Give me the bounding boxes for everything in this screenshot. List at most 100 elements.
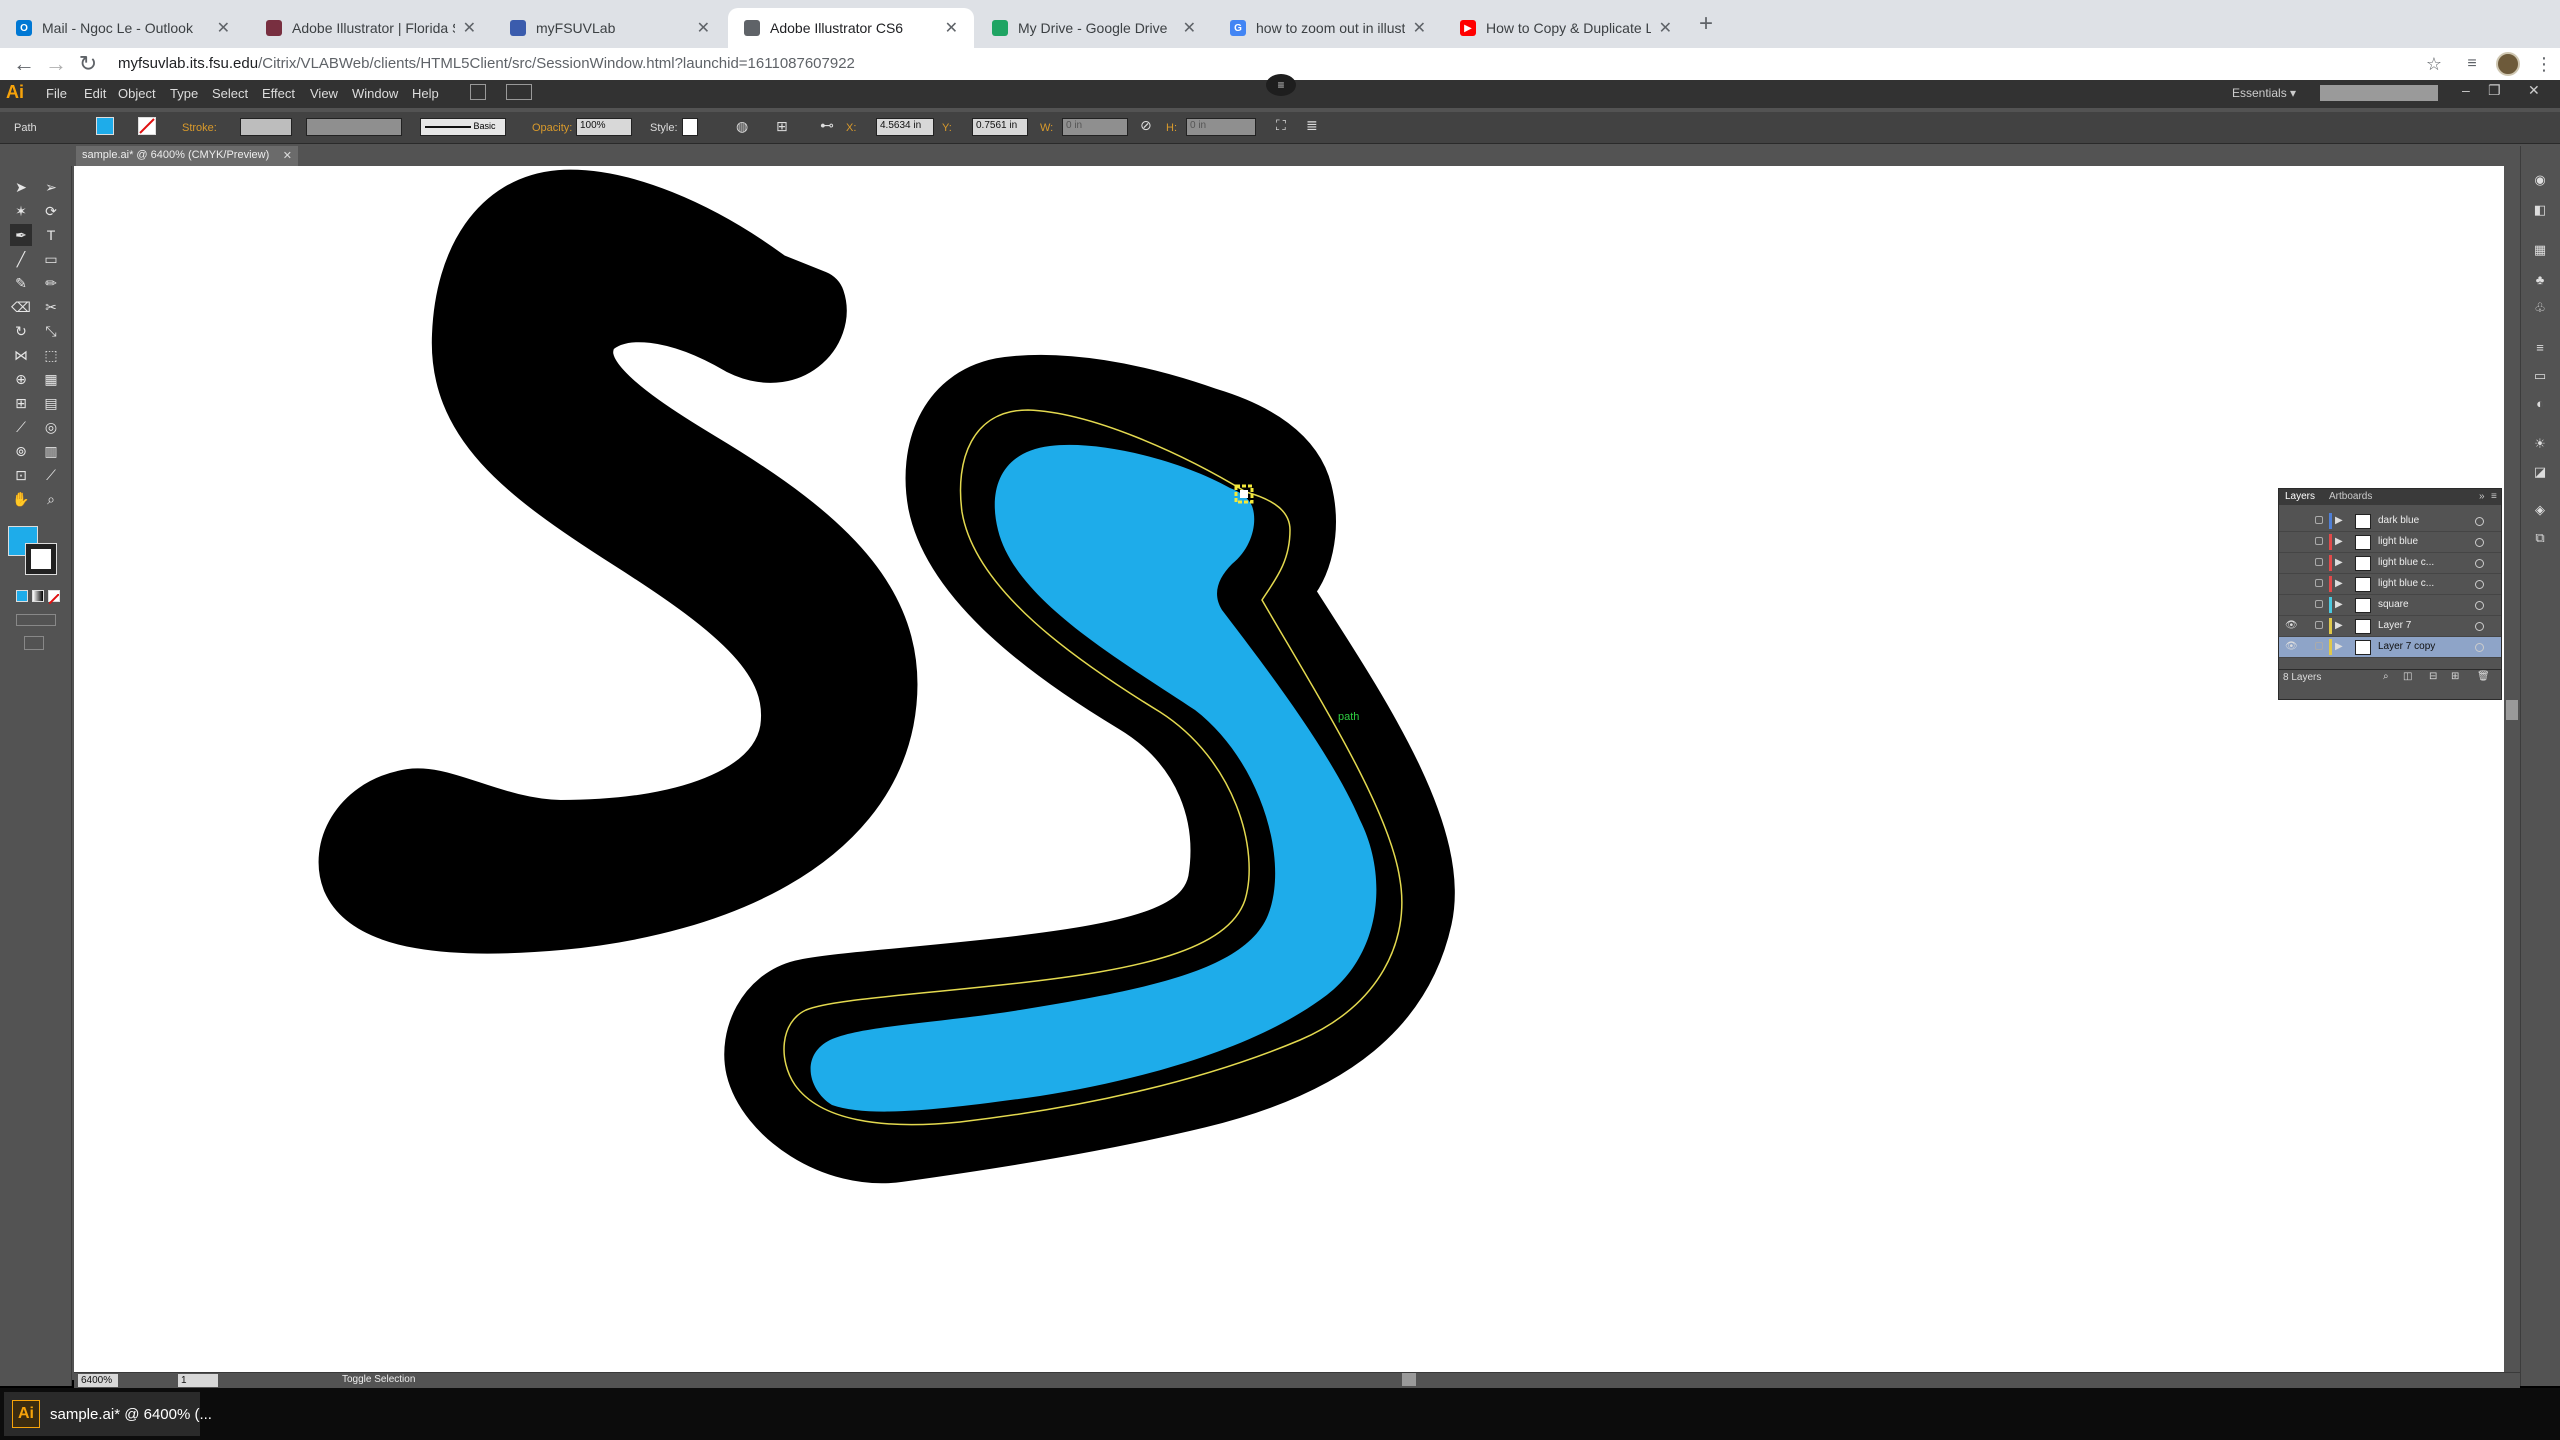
reload-button[interactable]: ↻ — [72, 48, 104, 80]
layer-name[interactable]: light blue c... — [2378, 557, 2434, 568]
browser-tab[interactable]: My Drive - Google Drive ✕ — [976, 8, 1212, 48]
new-layer-icon[interactable]: ⊞ — [2451, 671, 2459, 682]
recolor-artwork-icon[interactable]: ◍ — [736, 118, 748, 135]
new-sublayer-icon[interactable]: ⊟ — [2429, 671, 2437, 682]
clipping-mask-icon[interactable]: ◫ — [2403, 671, 2412, 682]
close-tab-icon[interactable]: ✕ — [1183, 18, 1196, 38]
layer-name[interactable]: light blue — [2378, 536, 2418, 547]
close-tab-icon[interactable]: ✕ — [1413, 18, 1426, 38]
screen-mode-icon[interactable] — [24, 636, 44, 650]
lasso-tool-icon[interactable]: ⟳ — [40, 200, 62, 222]
anchor-point-center[interactable] — [1240, 490, 1248, 498]
layer-name[interactable]: light blue c... — [2378, 578, 2434, 589]
column-graph-tool-icon[interactable]: ▥ — [40, 440, 62, 462]
layer-row[interactable]: ▶ light blue — [2279, 532, 2501, 553]
lock-toggle-icon[interactable] — [2315, 642, 2323, 650]
mesh-tool-icon[interactable]: ⊞ — [10, 392, 32, 414]
visibility-eye-icon[interactable]: 👁 — [2285, 641, 2298, 652]
layer-target-icon[interactable] — [2475, 580, 2484, 589]
graphic-style-swatch[interactable] — [682, 118, 698, 136]
browser-tab[interactable]: ▶ How to Copy & Duplicate Layer ✕ — [1444, 8, 1688, 48]
artboard-tool-icon[interactable]: ⊡ — [10, 464, 32, 486]
free-transform-tool-icon[interactable]: ⬚ — [40, 344, 62, 366]
close-icon[interactable]: ✕ — [2528, 82, 2540, 99]
collapse-panel-icon[interactable]: » — [2479, 491, 2485, 502]
layer-target-icon[interactable] — [2475, 517, 2484, 526]
forward-button[interactable]: → — [40, 48, 72, 80]
taskbar-item-label[interactable]: sample.ai* @ 6400% (... — [50, 1406, 212, 1423]
close-tab-icon[interactable]: ✕ — [945, 18, 958, 38]
artboard-number-field[interactable]: 1 — [178, 1374, 218, 1387]
expand-triangle-icon[interactable]: ▶ — [2335, 599, 2343, 610]
swatches-icon[interactable]: ▦ — [2530, 240, 2550, 260]
rotate-tool-icon[interactable]: ↻ — [10, 320, 32, 342]
expand-triangle-icon[interactable]: ▶ — [2335, 578, 2343, 589]
citrix-toolbar-handle-icon[interactable]: ≡ — [1266, 74, 1296, 96]
lock-toggle-icon[interactable] — [2315, 621, 2323, 629]
workspace-switcher[interactable]: Essentials ▾ — [2232, 86, 2296, 100]
search-help-input[interactable] — [2320, 85, 2438, 101]
appearance-icon[interactable]: ☀ — [2530, 434, 2550, 454]
artboards-panel-icon[interactable]: ⧉ — [2530, 528, 2550, 548]
direct-selection-tool-icon[interactable]: ➢ — [40, 176, 62, 198]
layer-row[interactable]: ▶ dark blue — [2279, 511, 2501, 532]
blob-brush-tool-icon[interactable]: ⌫ — [10, 296, 32, 318]
layers-panel-icon[interactable]: ◈ — [2530, 500, 2550, 520]
expand-triangle-icon[interactable]: ▶ — [2335, 641, 2343, 652]
x-field[interactable]: 4.5634 in — [876, 118, 934, 136]
paintbrush-tool-icon[interactable]: ✎ — [10, 272, 32, 294]
layer-target-icon[interactable] — [2475, 559, 2484, 568]
url-field[interactable]: myfsuvlab.its.fsu.edu/Citrix/VLABWeb/cli… — [118, 50, 855, 78]
document-tab[interactable]: sample.ai* @ 6400% (CMYK/Preview) ✕ — [76, 146, 298, 166]
perspective-grid-tool-icon[interactable]: ▦ — [40, 368, 62, 390]
brush-definition[interactable]: Basic — [420, 118, 506, 136]
rectangle-tool-icon[interactable]: ▭ — [40, 248, 62, 270]
hand-tool-icon[interactable]: ✋ — [10, 488, 32, 510]
close-document-icon[interactable]: ✕ — [283, 149, 292, 162]
close-tab-icon[interactable]: ✕ — [463, 18, 476, 38]
menu-effect[interactable]: Effect — [262, 86, 295, 101]
horizontal-scroll-thumb[interactable] — [1402, 1373, 1416, 1386]
symbols-icon[interactable]: ♧ — [2530, 298, 2550, 318]
scissors-tool-icon[interactable]: ✂ — [40, 296, 62, 318]
symbol-sprayer-tool-icon[interactable]: ⊚ — [10, 440, 32, 462]
lock-toggle-icon[interactable] — [2315, 579, 2323, 587]
tab-artboards[interactable]: Artboards — [2329, 491, 2372, 502]
layer-row[interactable]: 👁 ▶ Layer 7 — [2279, 616, 2501, 637]
brushes-icon[interactable]: ♣ — [2530, 270, 2550, 290]
expand-triangle-icon[interactable]: ▶ — [2335, 536, 2343, 547]
expand-triangle-icon[interactable]: ▶ — [2335, 557, 2343, 568]
color-mode-icon[interactable] — [16, 590, 28, 602]
opacity-field[interactable]: 100% — [576, 118, 632, 136]
lock-toggle-icon[interactable] — [2315, 600, 2323, 608]
browser-tab[interactable]: Ghow to zoom out in illustrator - ✕ — [1214, 8, 1442, 48]
close-tab-icon[interactable]: ✕ — [217, 18, 230, 38]
menu-edit[interactable]: Edit — [84, 86, 106, 101]
stroke-panel-icon[interactable]: ≡ — [2530, 338, 2550, 358]
panel-menu-icon[interactable]: ≣ — [1306, 117, 1318, 134]
vertical-scrollbar[interactable] — [2504, 166, 2520, 1372]
status-text[interactable]: Toggle Selection — [342, 1374, 415, 1385]
layer-target-icon[interactable] — [2475, 622, 2484, 631]
zoom-level-field[interactable]: 6400% — [78, 1374, 118, 1387]
layer-name[interactable]: Layer 7 — [2378, 620, 2411, 631]
new-tab-button[interactable]: + — [1692, 10, 1720, 38]
avatar[interactable] — [2496, 52, 2520, 76]
layer-row[interactable]: 👁 ▶ Layer 7 copy — [2279, 637, 2501, 658]
star-icon[interactable]: ☆ — [2418, 48, 2450, 80]
browser-tab[interactable]: Adobe Illustrator CS6 ✕ — [728, 8, 974, 48]
fill-swatch[interactable] — [96, 117, 114, 135]
transform-reference-icon[interactable]: ⊷ — [820, 117, 834, 134]
eyedropper-tool-icon[interactable]: ⟋ — [10, 416, 32, 438]
variable-width-profile[interactable] — [306, 118, 402, 136]
type-tool-icon[interactable]: T — [40, 224, 62, 246]
layers-panel-menu-icon[interactable]: ≡ — [2491, 491, 2497, 502]
browser-tab[interactable]: myFSUVLab ✕ — [494, 8, 726, 48]
y-field[interactable]: 0.7561 in — [972, 118, 1028, 136]
isolate-icon[interactable]: ⛶ — [1276, 117, 1286, 134]
stroke-color-box[interactable] — [25, 543, 57, 575]
browser-tab[interactable]: O Mail - Ngoc Le - Outlook ✕ — [0, 8, 246, 48]
lock-toggle-icon[interactable] — [2315, 537, 2323, 545]
lock-toggle-icon[interactable] — [2315, 558, 2323, 566]
menu-help[interactable]: Help — [412, 86, 439, 101]
